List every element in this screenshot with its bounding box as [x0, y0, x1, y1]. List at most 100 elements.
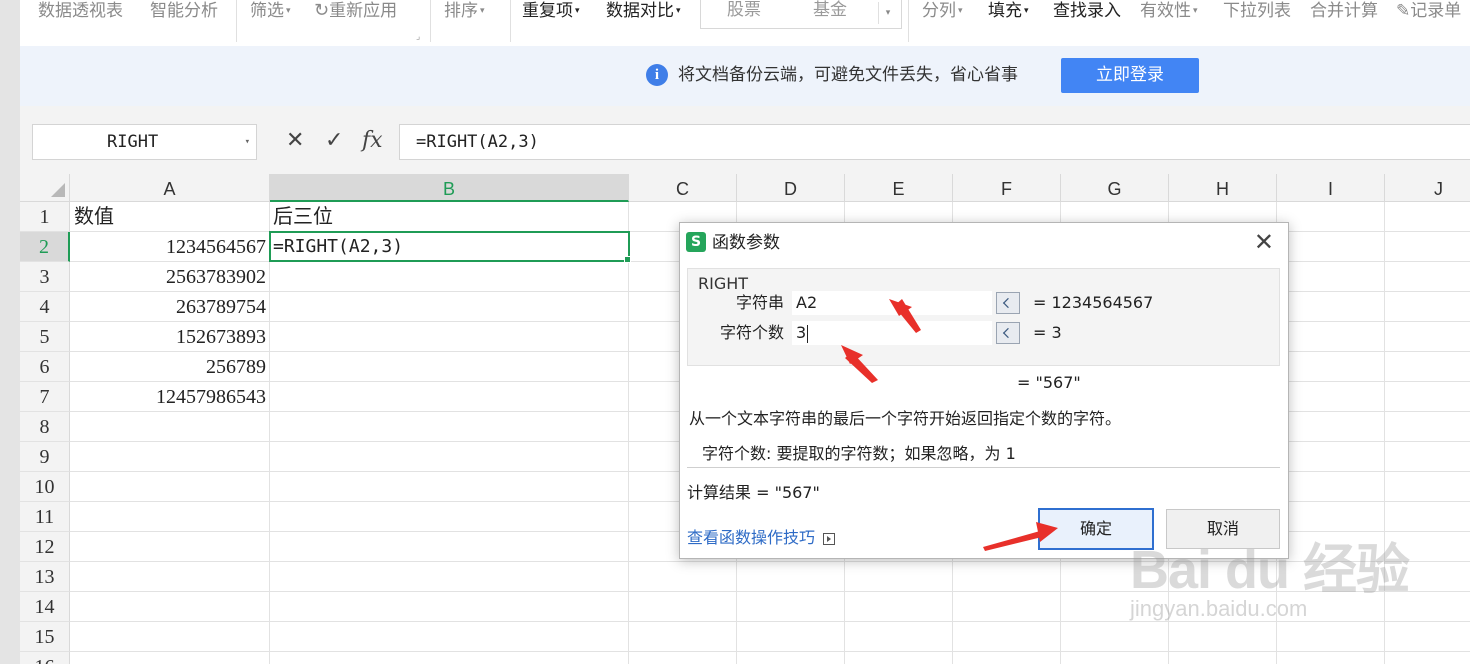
chevron-down-icon: ▾: [1024, 6, 1029, 16]
param-input-count[interactable]: 3: [792, 321, 992, 345]
row-header-14[interactable]: 14: [20, 592, 70, 622]
notice-text: 将文档备份云端，可避免文件丢失，省心省事: [678, 65, 1018, 85]
row-header-7[interactable]: 7: [20, 382, 70, 412]
gridline: [70, 651, 1470, 652]
duplicates-button[interactable]: 重复项 ▾: [522, 0, 580, 22]
row-header-6[interactable]: 6: [20, 352, 70, 382]
left-edge: [0, 0, 20, 664]
reapply-label: 重新应用: [329, 1, 398, 21]
cell-a3[interactable]: 2563783902: [74, 262, 266, 292]
row-header-12[interactable]: 12: [20, 532, 70, 562]
cell-a4[interactable]: 263789754: [74, 292, 266, 322]
stock-fund-gallery[interactable]: 股票 基金 ▾: [700, 0, 902, 29]
smart-analysis-button[interactable]: 智能分析: [150, 0, 218, 22]
dropdown-list-button[interactable]: 下拉列表: [1223, 0, 1291, 22]
cell-a6[interactable]: 256789: [74, 352, 266, 382]
row-header-4[interactable]: 4: [20, 292, 70, 322]
param-result-text: = 1234564567: [1033, 293, 1154, 312]
ribbon-separator: [908, 0, 909, 42]
column-header-i[interactable]: I: [1277, 174, 1385, 202]
column-header-c[interactable]: C: [629, 174, 737, 202]
range-select-icon: [1002, 297, 1014, 309]
row-header-8[interactable]: 8: [20, 412, 70, 442]
row-header-11[interactable]: 11: [20, 502, 70, 532]
dialog-titlebar[interactable]: S 函数参数 ✕: [680, 223, 1288, 263]
column-header-a[interactable]: A: [70, 174, 270, 202]
cell-a2[interactable]: 1234564567: [74, 232, 266, 262]
gridline: [628, 202, 629, 664]
row-header-13[interactable]: 13: [20, 562, 70, 592]
record-form-button[interactable]: ✎记录单: [1396, 0, 1461, 22]
cancel-button[interactable]: 取消: [1166, 509, 1280, 549]
login-button[interactable]: 立即登录: [1061, 58, 1199, 93]
formula-text: =RIGHT(A2,3): [416, 132, 539, 152]
data-compare-button[interactable]: 数据对比 ▾: [606, 0, 681, 22]
cell-b1[interactable]: 后三位: [273, 202, 333, 232]
row-header-3[interactable]: 3: [20, 262, 70, 292]
param-description: 字符个数: 要提取的字符数；如果忽略，为 1: [702, 444, 1016, 463]
collapse-dialog-button[interactable]: [996, 292, 1020, 314]
row-header-10[interactable]: 10: [20, 472, 70, 502]
duplicates-label: 重复项: [522, 1, 573, 21]
split-column-button[interactable]: 分列 ▾: [922, 0, 963, 22]
column-header-b[interactable]: B: [270, 174, 629, 202]
row-header-16[interactable]: 16: [20, 652, 70, 664]
fund-item[interactable]: 基金: [813, 0, 847, 20]
gallery-scroll-icon[interactable]: ▾: [878, 2, 897, 24]
validity-button[interactable]: 有效性 ▾: [1140, 0, 1198, 22]
param-label-count: 字符个数: [719, 323, 784, 342]
gridline: [70, 621, 1470, 622]
filter-button[interactable]: 筛选 ▾: [250, 0, 291, 22]
reapply-button[interactable]: ↻重新应用: [314, 0, 397, 22]
row-header-1[interactable]: 1: [20, 202, 70, 232]
confirm-formula-icon[interactable]: ✓: [325, 126, 343, 156]
formula-input[interactable]: =RIGHT(A2,3): [399, 124, 1470, 160]
name-box[interactable]: RIGHT ▾: [32, 124, 257, 160]
gridline: [70, 591, 1470, 592]
ribbon-separator: [510, 0, 511, 42]
row-header-2[interactable]: 2: [20, 232, 70, 262]
param-input-text[interactable]: A2: [792, 291, 992, 315]
row-header-9[interactable]: 9: [20, 442, 70, 472]
chevron-down-icon: ▾: [1193, 6, 1198, 16]
column-header-j[interactable]: J: [1385, 174, 1470, 202]
param-result-count: = 3: [1033, 323, 1062, 342]
param-label-text: 字符串: [735, 293, 784, 312]
cell-a1[interactable]: 数值: [74, 202, 114, 232]
pivot-table-button[interactable]: 数据透视表: [38, 0, 123, 22]
fill-button[interactable]: 填充 ▾: [988, 0, 1029, 22]
group-launcher-icon[interactable]: ⌟: [416, 32, 420, 42]
data-compare-label: 数据对比: [606, 1, 674, 21]
sort-button[interactable]: 排序 ▾: [444, 0, 485, 22]
column-header-g[interactable]: G: [1061, 174, 1169, 202]
close-icon[interactable]: ✕: [1254, 227, 1274, 257]
param-count-value: 3: [796, 323, 807, 342]
function-tips-link[interactable]: 查看函数操作技巧: [687, 524, 836, 548]
dialog-title: 函数参数: [712, 233, 780, 253]
gridline: [70, 561, 1470, 562]
column-header-f[interactable]: F: [953, 174, 1061, 202]
cell-a7[interactable]: 12457986543: [74, 382, 266, 412]
merge-calc-button[interactable]: 合并计算: [1310, 0, 1378, 22]
row-header-15[interactable]: 15: [20, 622, 70, 652]
filter-label: 筛选: [250, 1, 284, 21]
record-form-label: 记录单: [1410, 1, 1462, 21]
select-all-icon: [51, 183, 65, 197]
fill-handle[interactable]: [624, 256, 631, 263]
column-header-e[interactable]: E: [845, 174, 953, 202]
insert-function-icon[interactable]: fx: [362, 126, 383, 156]
dialog-divider: [687, 467, 1280, 468]
gridline: [269, 202, 270, 664]
cancel-formula-icon[interactable]: ✕: [286, 126, 304, 156]
column-header-h[interactable]: H: [1169, 174, 1277, 202]
stock-item[interactable]: 股票: [727, 0, 761, 20]
collapse-dialog-button[interactable]: [996, 322, 1020, 344]
chevron-down-icon[interactable]: ▾: [245, 125, 250, 159]
column-header-d[interactable]: D: [737, 174, 845, 202]
row-header-5[interactable]: 5: [20, 322, 70, 352]
cell-a5[interactable]: 152673893: [74, 322, 266, 352]
function-args-group: RIGHT 字符串 A2 = 1234564567 字符个数 3 = 3: [687, 268, 1280, 366]
select-all-corner[interactable]: [20, 174, 70, 202]
ok-button[interactable]: 确定: [1038, 508, 1154, 550]
lookup-entry-button[interactable]: 查找录入: [1053, 0, 1121, 22]
